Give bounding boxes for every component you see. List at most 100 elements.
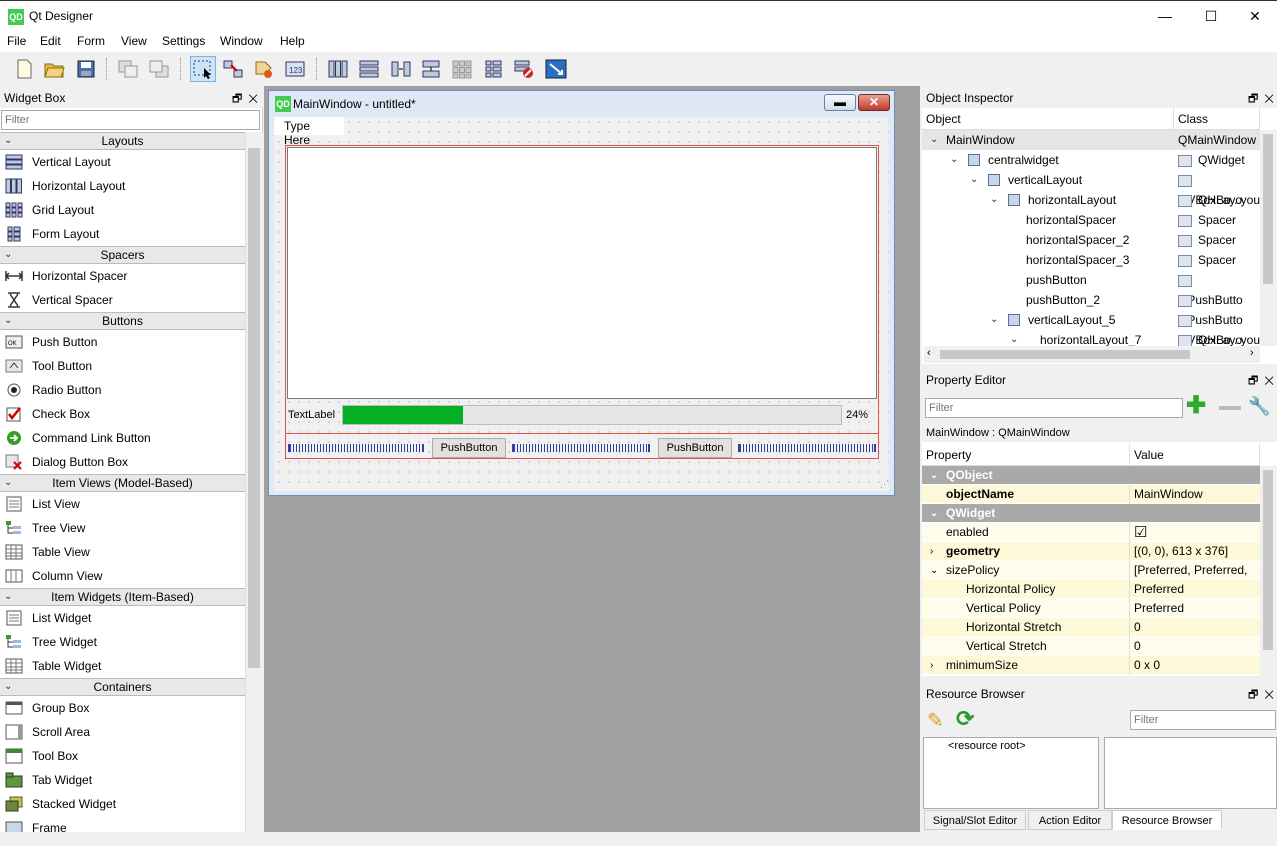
chevron-down-icon[interactable]: ⌄ [1010, 330, 1018, 346]
widget-item-grid-layout[interactable]: Grid Layout [0, 198, 245, 222]
widget-item-dialog-button-box[interactable]: Dialog Button Box [0, 450, 245, 474]
adjust-size-icon[interactable] [543, 56, 569, 82]
category-layouts[interactable]: ⌄ Layouts [0, 132, 245, 150]
widget-item-list-widget[interactable]: List Widget [0, 606, 245, 630]
widget-item-form-layout[interactable]: Form Layout [0, 222, 245, 246]
save-icon[interactable] [73, 56, 99, 82]
dock-float-close-icon[interactable]: 🗗✕ [1248, 686, 1277, 705]
widget-item-horizontal-layout[interactable]: Horizontal Layout [0, 174, 245, 198]
property-value[interactable]: 0 [1134, 618, 1141, 637]
configure-wrench-icon[interactable]: 🔧 [1248, 396, 1270, 417]
tab-action-editor[interactable]: Action Editor [1028, 810, 1112, 830]
new-file-icon[interactable] [11, 56, 37, 82]
resource-tree[interactable]: <resource root> [923, 737, 1099, 809]
property-row[interactable]: ⌄sizePolicy[Preferred, Preferred, ... [922, 561, 1260, 596]
object-inspector-vscroll[interactable] [1260, 130, 1277, 346]
dock-float-close-icon[interactable]: 🗗✕ [1248, 90, 1277, 109]
menu-edit[interactable]: Edit [40, 34, 61, 48]
horizontal-spacer[interactable] [288, 444, 424, 452]
property-row[interactable]: › geometry [(0, 0), 613 x 376] [922, 542, 1260, 561]
menu-view[interactable]: View [121, 34, 147, 48]
property-value[interactable]: Preferred [1134, 599, 1184, 618]
property-row[interactable]: Horizontal Stretch 0 [922, 618, 1260, 637]
widget-item-scroll-area[interactable]: Scroll Area [0, 720, 245, 744]
chevron-down-icon[interactable]: ⌄ [990, 190, 998, 210]
property-row[interactable]: Vertical Policy Preferred [922, 599, 1260, 618]
break-layout-icon[interactable] [511, 56, 537, 82]
object-tree-row[interactable]: horizontalSpacer_2 Spacer [922, 230, 1260, 250]
widget-item-tree-widget[interactable]: Tree Widget [0, 630, 245, 654]
object-tree-row[interactable]: pushButton_2 QPushButto [922, 290, 1260, 327]
chevron-down-icon[interactable]: ⌄ [930, 466, 938, 485]
close-button[interactable]: ✕ [1232, 5, 1277, 27]
object-tree-row[interactable]: pushButton QPushButto [922, 270, 1260, 307]
splitter-horizontal-icon[interactable] [388, 56, 414, 82]
resource-root-item[interactable]: <resource root> [948, 740, 1026, 752]
widget-item-tree-view[interactable]: Tree View [0, 516, 245, 540]
object-tree-row[interactable]: ⌄ verticalLayout_5 QVBoxLayo [922, 310, 1260, 346]
maximize-button[interactable]: ☐ [1188, 5, 1234, 27]
widget-box-scroll-thumb[interactable] [248, 148, 260, 668]
chevron-down-icon[interactable]: ⌄ [930, 130, 938, 150]
property-filter-input[interactable] [925, 398, 1183, 418]
property-row[interactable]: › minimumSize 0 x 0 [922, 656, 1260, 675]
form-window[interactable]: QD MainWindow - untitled* ▬ ✕ Type Here … [268, 90, 895, 496]
widget-item-command-link-button[interactable]: Command Link Button [0, 426, 245, 450]
property-group-row[interactable]: ⌄ QWidget [922, 504, 1260, 523]
object-tree-row[interactable]: horizontalSpacer Spacer [922, 210, 1260, 230]
remove-property-icon[interactable] [1219, 406, 1241, 410]
category-item-views-model-based[interactable]: ⌄ Item Views (Model-Based) [0, 474, 245, 492]
object-tree-row[interactable]: ⌄ horizontalLayout_7 QHBo...you [922, 330, 1260, 346]
property-value[interactable]: MainWindow [1134, 485, 1203, 504]
resource-filter-input[interactable] [1130, 710, 1276, 730]
chevron-right-icon[interactable]: › [930, 656, 933, 675]
menu-help[interactable]: Help [280, 34, 305, 48]
text-edit-widget[interactable] [287, 147, 877, 399]
text-label[interactable]: TextLabel [288, 409, 335, 421]
widget-item-stacked-widget[interactable]: Stacked Widget [0, 792, 245, 816]
property-row[interactable]: objectName MainWindow [922, 485, 1260, 504]
tab-signal-slot-editor[interactable]: Signal/Slot Editor [924, 810, 1026, 830]
push-button-1[interactable]: PushButton [432, 438, 506, 458]
widget-item-table-widget[interactable]: Table Widget [0, 654, 245, 678]
property-row[interactable]: Vertical Stretch 0 [922, 637, 1260, 656]
object-inspector-hscroll[interactable]: ‹ › [924, 346, 1260, 363]
column-value[interactable]: Value [1130, 444, 1260, 466]
widget-item-vertical-layout[interactable]: Vertical Layout [0, 150, 245, 174]
object-tree-row[interactable]: ⌄ horizontalLayout QHBo...you [922, 190, 1260, 210]
column-class[interactable]: Class [1174, 108, 1260, 130]
property-editor-vscroll[interactable] [1260, 466, 1277, 676]
widget-item-tab-widget[interactable]: Tab Widget [0, 768, 245, 792]
form-minimize-button[interactable]: ▬ [824, 94, 856, 111]
widget-item-column-view[interactable]: Column View [0, 564, 245, 588]
menu-form[interactable]: Form [77, 34, 105, 48]
dock-float-close-icon[interactable]: 🗗✕ [232, 90, 264, 109]
send-to-back-icon[interactable] [115, 56, 141, 82]
property-value[interactable]: ☑ [1134, 523, 1147, 542]
reload-icon[interactable]: ⟳ [956, 706, 974, 732]
edit-buddies-icon[interactable] [251, 56, 277, 82]
widget-item-horizontal-spacer[interactable]: Horizontal Spacer [0, 264, 245, 288]
resource-file-list[interactable] [1104, 737, 1277, 809]
edit-widgets-icon[interactable] [190, 56, 216, 82]
chevron-right-icon[interactable]: › [930, 542, 933, 561]
dock-float-close-icon[interactable]: 🗗✕ [1248, 372, 1277, 391]
push-button-2[interactable]: PushButton [658, 438, 732, 458]
widget-item-group-box[interactable]: Group Box [0, 696, 245, 720]
widget-filter-input[interactable] [1, 110, 260, 130]
edit-resources-pencil-icon[interactable]: ✎ [927, 708, 944, 733]
edit-signals-slots-icon[interactable] [220, 56, 246, 82]
add-property-icon[interactable]: ✚ [1186, 394, 1206, 418]
splitter-vertical-icon[interactable] [418, 56, 444, 82]
widget-item-radio-button[interactable]: Radio Button [0, 378, 245, 402]
column-property[interactable]: Property [922, 444, 1130, 466]
horizontal-spacer-3[interactable] [738, 444, 876, 452]
object-tree-row[interactable]: ⌄ MainWindow QMainWindow [922, 130, 1260, 150]
lay-out-vertically-icon[interactable] [356, 56, 382, 82]
property-value[interactable]: Preferred [1134, 580, 1184, 599]
property-row[interactable]: enabled ☑ [922, 523, 1260, 542]
horizontal-spacer-2[interactable] [512, 444, 650, 452]
widget-item-check-box[interactable]: Check Box [0, 402, 245, 426]
category-spacers[interactable]: ⌄ Spacers [0, 246, 245, 264]
chevron-down-icon[interactable]: ⌄ [990, 310, 998, 330]
